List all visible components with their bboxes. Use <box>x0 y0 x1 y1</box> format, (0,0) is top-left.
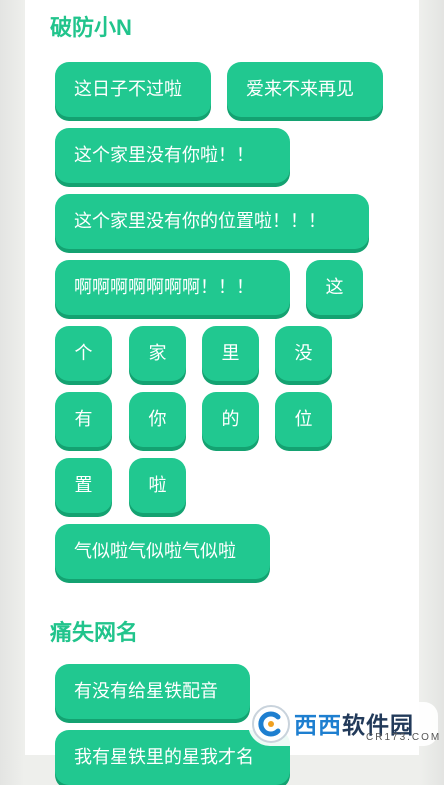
name-chip[interactable]: 这 <box>306 260 363 315</box>
name-chip[interactable]: 你 <box>129 392 186 447</box>
name-chip[interactable]: 个 <box>55 326 112 381</box>
cr173-logo-icon <box>252 705 290 743</box>
name-chip[interactable]: 啦 <box>129 458 186 513</box>
name-chip[interactable]: 啊啊啊啊啊啊啊！！！ <box>55 260 290 315</box>
name-chip[interactable]: 爱来不来再见 <box>227 62 383 117</box>
name-chip[interactable]: 没 <box>275 326 332 381</box>
name-chip[interactable]: 家 <box>129 326 186 381</box>
name-chip[interactable]: 这日子不过啦 <box>55 62 211 117</box>
name-chip[interactable]: 的 <box>202 392 259 447</box>
name-chip[interactable]: 里 <box>202 326 259 381</box>
name-chip[interactable]: 置 <box>55 458 112 513</box>
name-chip[interactable]: 有没有给星铁配音 <box>55 664 250 719</box>
name-chip[interactable]: 气似啦气似啦气似啦 <box>55 524 270 579</box>
name-chip[interactable]: 这个家里没有你的位置啦！！！ <box>55 194 369 249</box>
site-watermark: 西西软件园 CR173.COM <box>248 702 442 746</box>
name-chip[interactable]: 这个家里没有你啦！！ <box>55 128 290 183</box>
watermark-brand-a: 西西 <box>294 712 342 738</box>
section-title-tongshi: 痛失网名 <box>50 620 139 645</box>
name-chip[interactable]: 位 <box>275 392 332 447</box>
section-title-pofang: 破防小N <box>50 15 132 40</box>
name-chip[interactable]: 有 <box>55 392 112 447</box>
watermark-domain: CR173.COM <box>366 732 442 743</box>
